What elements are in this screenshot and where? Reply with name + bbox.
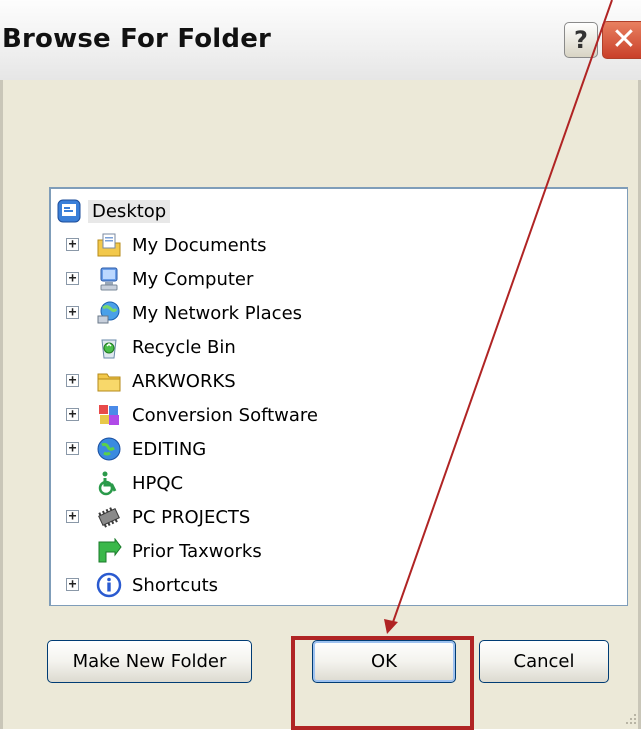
title-bar[interactable]: Browse For Folder ? ✕ [0, 0, 641, 80]
tree-item[interactable]: Shortcuts [96, 568, 222, 602]
expand-toggle[interactable]: + [66, 510, 79, 523]
tree-item-label: PC PROJECTS [132, 506, 251, 528]
tree-item[interactable]: Conversion Software [96, 398, 322, 432]
cancel-label: Cancel [513, 651, 575, 672]
cancel-button[interactable]: Cancel [479, 640, 609, 683]
tree-item-label: My Network Places [132, 302, 303, 324]
expand-toggle[interactable]: + [66, 374, 79, 387]
tree-item-label: My Documents [132, 234, 267, 256]
expand-toggle[interactable]: + [66, 408, 79, 421]
tree-item[interactable]: My Documents [96, 228, 271, 262]
browse-for-folder-dialog: Browse For Folder ? ✕ Desktop + My Documen… [0, 0, 641, 729]
my-documents-icon [96, 232, 122, 258]
accessibility-icon [96, 470, 122, 496]
tree-item[interactable]: My Computer [96, 262, 257, 296]
tree-item-label: Shortcuts [132, 574, 219, 596]
desktop-icon [56, 198, 82, 224]
tree-item-label: Prior Taxworks [132, 540, 262, 562]
resize-grip-icon[interactable] [624, 712, 638, 726]
folder-tree[interactable]: Desktop + My Documents + My Computer + My Netw… [49, 187, 628, 606]
make-new-folder-button[interactable]: Make New Folder [47, 640, 252, 683]
tree-item-root[interactable]: Desktop [56, 194, 171, 228]
tree-item-label: My Computer [132, 268, 254, 290]
tree-item[interactable]: My Network Places [96, 296, 306, 330]
colorful-cubes-icon [96, 402, 122, 428]
expand-toggle[interactable]: + [66, 578, 79, 591]
tree-item[interactable]: EDITING [96, 432, 210, 466]
expand-toggle[interactable]: + [66, 442, 79, 455]
tree-item[interactable]: HPQC [96, 466, 187, 500]
expand-toggle[interactable]: + [66, 272, 79, 285]
tree-item-label: Desktop [88, 199, 171, 223]
dialog-title: Browse For Folder [2, 24, 272, 54]
tree-item-label: HPQC [132, 472, 184, 494]
chip-icon [96, 504, 122, 530]
make-new-folder-label: Make New Folder [72, 651, 227, 672]
tree-item[interactable]: TW FIXES [96, 602, 221, 605]
tree-item-label: ARKWORKS [132, 370, 236, 392]
close-button[interactable]: ✕ [602, 21, 641, 59]
my-computer-icon [96, 266, 122, 292]
tree-item-label: EDITING [132, 438, 207, 460]
globe-icon [96, 436, 122, 462]
window-border-left [0, 80, 3, 729]
ok-highlight-box [291, 636, 474, 730]
folder-icon [96, 368, 122, 394]
tree-item-label: Recycle Bin [132, 336, 236, 358]
expand-toggle[interactable]: + [66, 306, 79, 319]
tree-item[interactable]: Recycle Bin [96, 330, 240, 364]
recycle-bin-icon [96, 334, 122, 360]
green-arrow-icon [96, 538, 122, 564]
tree-item[interactable]: Prior Taxworks [96, 534, 266, 568]
tree-item-label: Conversion Software [132, 404, 318, 426]
tree-item[interactable]: ARKWORKS [96, 364, 240, 398]
help-button[interactable]: ? [564, 22, 598, 58]
my-network-places-icon [96, 300, 122, 326]
expand-toggle[interactable]: + [66, 238, 79, 251]
info-icon [96, 572, 122, 598]
tree-item[interactable]: PC PROJECTS [96, 500, 254, 534]
